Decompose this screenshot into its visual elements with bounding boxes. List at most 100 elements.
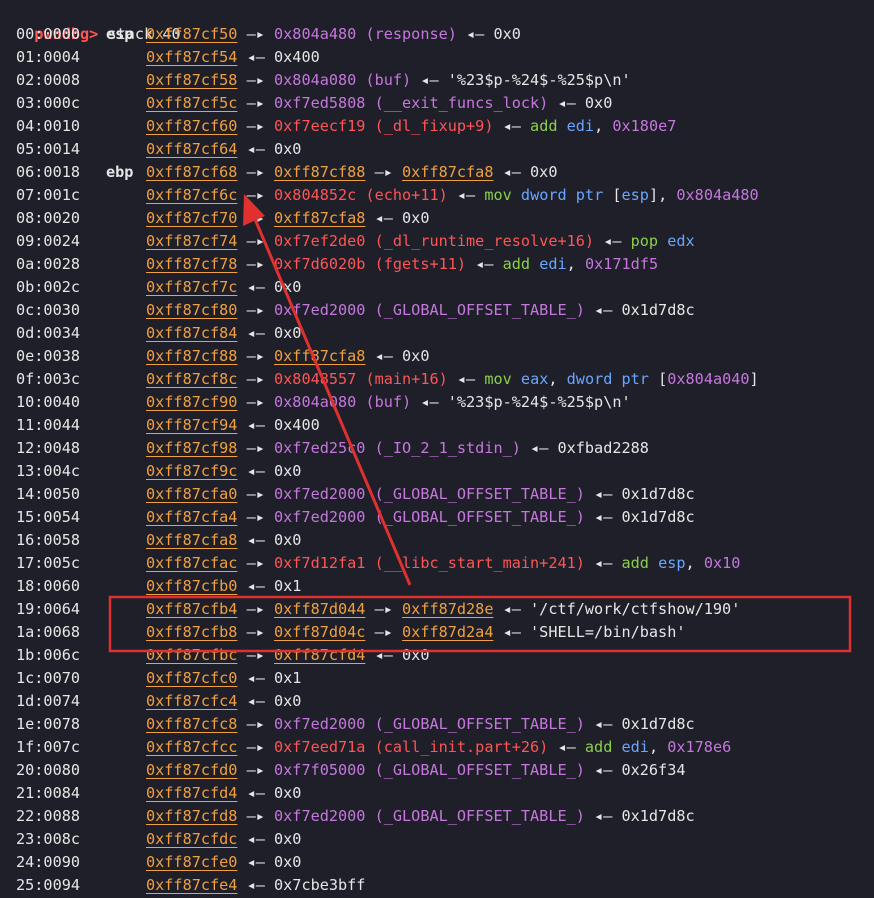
value-segment: dword ptr (520, 186, 604, 204)
stack-row: 13:004c 0xff87cf9c ◂— 0x0 (0, 460, 874, 483)
value-segment: —▸ (237, 186, 275, 204)
value-segment: edi (539, 255, 567, 273)
value-segment: esp (658, 554, 686, 572)
value-segment: —▸ (365, 623, 403, 641)
value-segment: ◂— (584, 554, 622, 572)
stack-address: 0xff87cfa4 (146, 508, 238, 526)
value-segment: esp (621, 186, 649, 204)
stack-row: 14:0050 0xff87cfa0 —▸ 0xf7ed2000 (_GLOBAL… (0, 483, 874, 506)
stack-row: 08:0020 0xff87cf70 —▸ 0xff87cfa8 ◂— 0x0 (0, 207, 874, 230)
value-segment (512, 370, 521, 388)
value-segment: —▸ (237, 255, 275, 273)
stack-address: 0xff87cf5c (146, 94, 238, 112)
stack-row: 19:0064 0xff87cfb4 —▸ 0xff87d044 —▸ 0xff8… (0, 598, 874, 621)
value-segment: 0xf7ed2000 (_GLOBAL_OFFSET_TABLE_) (274, 807, 585, 825)
stack-value-chain: 0xff87cfac —▸ 0xf7d12fa1 (__libc_start_m… (146, 552, 740, 575)
stack-value-chain: 0xff87cf88 —▸ 0xff87cfa8 ◂— 0x0 (146, 345, 429, 368)
stack-address: 0xff87cfcc (146, 738, 238, 756)
value-segment: pop (630, 232, 659, 250)
value-segment: eax (520, 370, 549, 388)
stack-row: 00:0000 esp 0xff87cf50 —▸ 0x804a480 (respo… (0, 23, 874, 46)
stack-value-chain: 0xff87cf70 —▸ 0xff87cfa8 ◂— 0x0 (146, 207, 429, 230)
stack-offset: 13:004c (16, 462, 81, 480)
stack-row: 1e:0078 0xff87cfc8 —▸ 0xf7ed2000 (_GLOBAL… (0, 713, 874, 736)
stack-offset: 1e:0078 (16, 715, 81, 733)
value-segment: 0x804852c (echo+11) (274, 186, 448, 204)
stack-address: 0xff87cfb8 (146, 623, 238, 641)
value-segment: 0x804a480 (response) (274, 25, 457, 43)
value-segment: ◂— 0x0 (365, 646, 430, 664)
value-segment: —▸ (237, 163, 275, 181)
stack-address: 0xff87cfa8 (274, 347, 366, 365)
stack-address: 0xff87cfbc (146, 646, 238, 664)
stack-value-chain: 0xff87cfb0 ◂— 0x1 (146, 575, 301, 598)
value-segment: —▸ (237, 232, 275, 250)
stack-address: 0xff87cfd0 (146, 761, 238, 779)
stack-value-chain: 0xff87cfc0 ◂— 0x1 (146, 667, 301, 690)
value-segment: —▸ (237, 94, 275, 112)
stack-address: 0xff87cf6c (146, 186, 238, 204)
value-segment: ◂— 0x400 (237, 416, 320, 434)
stack-address: 0xff87cf74 (146, 232, 238, 250)
value-segment: 0xf7f05000 (_GLOBAL_OFFSET_TABLE_) (274, 761, 585, 779)
value-segment: ◂— 0x0 (237, 140, 302, 158)
stack-address: 0xff87d044 (274, 600, 366, 618)
stack-value-chain: 0xff87cf7c ◂— 0x0 (146, 276, 301, 299)
stack-value-chain: 0xff87cfc4 ◂— 0x0 (146, 690, 301, 713)
stack-value-chain: 0xff87cfe4 ◂— 0x7cbe3bff (146, 874, 365, 897)
stack-address: 0xff87cf80 (146, 301, 238, 319)
value-segment: —▸ (237, 347, 275, 365)
stack-row: 15:0054 0xff87cfa4 —▸ 0xf7ed2000 (_GLOBAL… (0, 506, 874, 529)
stack-address: 0xff87cfc0 (146, 669, 238, 687)
register-marker: ebp (106, 163, 134, 181)
stack-row: 1a:0068 0xff87cfb8 —▸ 0xff87d04c —▸ 0xff8… (0, 621, 874, 644)
stack-value-chain: 0xff87cfa8 ◂— 0x0 (146, 529, 301, 552)
stack-address: 0xff87cf64 (146, 140, 238, 158)
stack-offset: 1c:0070 (16, 669, 81, 687)
terminal-prompt: pwndbg> stack 40 (16, 0, 180, 43)
stack-offset: 07:001c (16, 186, 81, 204)
stack-address: 0xff87d04c (274, 623, 366, 641)
value-segment: 0x178e6 (667, 738, 732, 756)
stack-offset: 08:0020 (16, 209, 81, 227)
value-segment: edx (667, 232, 695, 250)
stack-offset: 0a:0028 (16, 255, 81, 273)
stack-address: 0xff87cfc8 (146, 715, 238, 733)
stack-offset: 09:0024 (16, 232, 81, 250)
value-segment: 0x10 (703, 554, 741, 572)
stack-offset: 11:0044 (16, 416, 81, 434)
stack-row: 04:0010 0xff87cf60 —▸ 0xf7eecf19 (_dl_fix… (0, 115, 874, 138)
value-segment (557, 117, 566, 135)
stack-row: 1d:0074 0xff87cfc4 ◂— 0x0 (0, 690, 874, 713)
stack-offset: 1d:0074 (16, 692, 81, 710)
stack-value-chain: 0xff87cf90 —▸ 0x804a080 (buf) ◂— '%23$p-… (146, 391, 631, 414)
stack-row: 0c:0030 0xff87cf80 —▸ 0xf7ed2000 (_GLOBAL… (0, 299, 874, 322)
value-segment: , (594, 117, 613, 135)
stack-value-chain: 0xff87cf64 ◂— 0x0 (146, 138, 301, 161)
value-segment (530, 255, 539, 273)
value-segment: 0xf7d6020b (fgets+11) (274, 255, 467, 273)
value-segment: —▸ (237, 370, 275, 388)
stack-value-chain: 0xff87cf80 —▸ 0xf7ed2000 (_GLOBAL_OFFSET… (146, 299, 695, 322)
stack-offset: 0e:0038 (16, 347, 81, 365)
stack-row: 24:0090 0xff87cfe0 ◂— 0x0 (0, 851, 874, 874)
stack-offset: 14:0050 (16, 485, 81, 503)
stack-address: 0xff87cf70 (146, 209, 238, 227)
value-segment: add (621, 554, 649, 572)
value-segment: —▸ (237, 439, 275, 457)
stack-offset: 0f:003c (16, 370, 81, 388)
stack-row: 21:0084 0xff87cfd4 ◂— 0x0 (0, 782, 874, 805)
stack-address: 0xff87cfe0 (146, 853, 238, 871)
value-segment: —▸ (237, 600, 275, 618)
value-segment: , (685, 554, 704, 572)
value-segment: —▸ (237, 508, 275, 526)
stack-row: 05:0014 0xff87cf64 ◂— 0x0 (0, 138, 874, 161)
value-segment: —▸ (237, 485, 275, 503)
value-segment: ◂— 0x0 (365, 347, 430, 365)
value-segment: —▸ (237, 761, 275, 779)
value-segment: —▸ (237, 807, 275, 825)
stack-row: 25:0094 0xff87cfe4 ◂— 0x7cbe3bff (0, 874, 874, 897)
register-marker: esp (106, 25, 134, 43)
value-segment: edi (621, 738, 649, 756)
stack-value-chain: 0xff87cf54 ◂— 0x400 (146, 46, 320, 69)
